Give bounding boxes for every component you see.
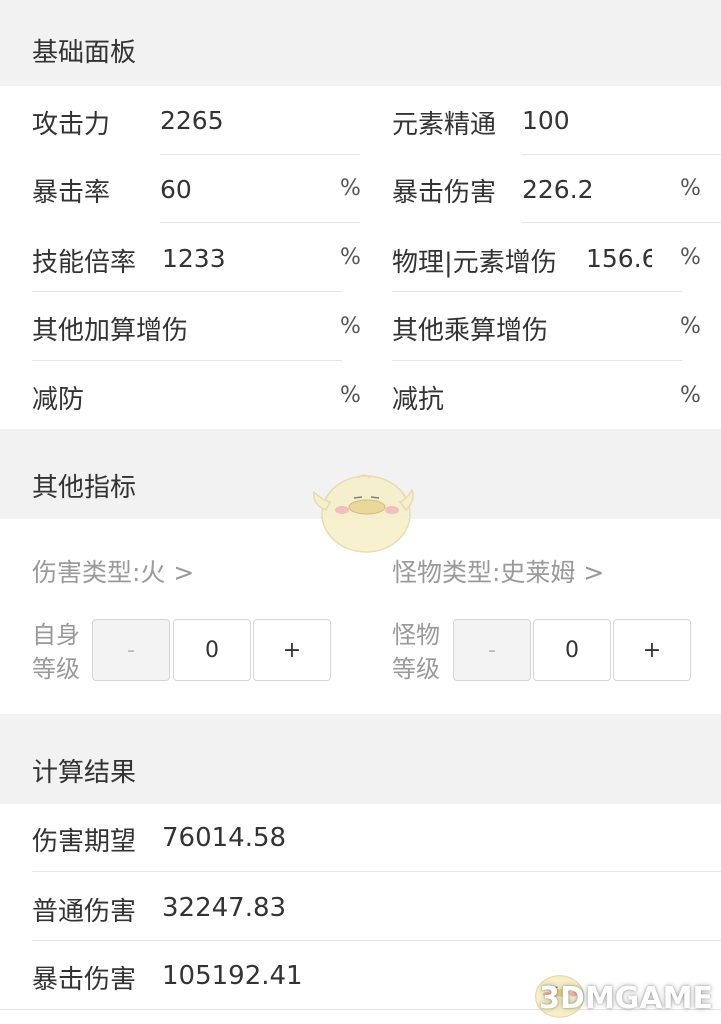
section-header-result: 计算结果 [0, 714, 721, 804]
divider [522, 154, 721, 155]
monster-type-selector[interactable]: 怪物类型:史莱姆 > [392, 553, 604, 589]
monster-level-decrement-button[interactable]: - [453, 619, 531, 681]
divider [392, 360, 682, 361]
field-label-other-multiplicative-bonus: 其他乘算增伤 [392, 316, 549, 346]
self-level-label-line1: 自身 [32, 621, 80, 649]
field-label-attack: 攻击力 [32, 110, 111, 140]
damage-type-selector[interactable]: 伤害类型:火 > [32, 553, 194, 589]
section-header-basic: 基础面板 [0, 0, 721, 86]
field-label-elemental-mastery: 元素精通 [392, 110, 497, 140]
field-unit-crit-rate: % [340, 176, 361, 201]
self-level-increment-button[interactable]: + [253, 619, 331, 681]
mascot-watermark-icon [313, 474, 414, 553]
divider [32, 871, 721, 872]
result-value-normal: 32247.83 [162, 893, 287, 923]
field-unit-other-multiplicative-bonus: % [680, 314, 701, 339]
monster-level-label-line2: 等级 [392, 655, 440, 683]
result-value-crit: 105192.41 [162, 961, 303, 991]
result-value-expected: 76014.58 [162, 823, 287, 853]
field-label-crit-damage: 暴击伤害 [392, 178, 497, 208]
site-watermark: 3DMGAME [539, 981, 713, 1016]
field-unit-crit-damage: % [680, 176, 701, 201]
field-value-elemental-mastery[interactable]: 100 [522, 106, 672, 135]
self-level-decrement-button[interactable]: - [92, 619, 170, 681]
field-label-other-additive-bonus: 其他加算增伤 [32, 316, 189, 346]
section-title-other: 其他指标 [32, 473, 137, 503]
result-label-normal: 普通伤害 [32, 897, 137, 927]
section-title-basic: 基础面板 [32, 38, 137, 68]
divider [32, 291, 342, 292]
divider [392, 291, 682, 292]
monster-level-input[interactable]: 0 [533, 619, 611, 681]
result-label-crit: 暴击伤害 [32, 965, 137, 995]
divider [160, 154, 360, 155]
field-label-crit-rate: 暴击率 [32, 178, 111, 208]
result-label-expected: 伤害期望 [32, 827, 137, 857]
field-label-dmg-bonus: 物理|元素增伤 [392, 248, 557, 278]
field-value-crit-damage[interactable]: 226.2 [522, 175, 672, 204]
field-label-def-reduction: 减防 [32, 385, 85, 415]
self-level-label-line2: 等级 [32, 655, 80, 683]
field-value-skill-multiplier[interactable]: 1233 [162, 244, 332, 273]
field-value-attack[interactable]: 2265 [160, 106, 330, 135]
divider [32, 940, 721, 941]
field-unit-dmg-bonus: % [680, 245, 701, 270]
monster-level-increment-button[interactable]: + [613, 619, 691, 681]
divider [160, 222, 360, 223]
divider [522, 222, 721, 223]
field-unit-def-reduction: % [340, 383, 361, 408]
monster-level-label: 怪物 等级 [392, 618, 452, 686]
divider [32, 360, 342, 361]
field-value-crit-rate[interactable]: 60 [160, 175, 330, 204]
field-unit-res-reduction: % [680, 383, 701, 408]
monster-level-label-line1: 怪物 [392, 621, 440, 649]
field-unit-skill-multiplier: % [340, 245, 361, 270]
section-title-result: 计算结果 [32, 758, 137, 788]
field-label-skill-multiplier: 技能倍率 [32, 248, 137, 278]
self-level-input[interactable]: 0 [173, 619, 251, 681]
field-label-res-reduction: 减抗 [392, 385, 445, 415]
field-unit-other-additive-bonus: % [340, 314, 361, 339]
self-level-label: 自身 等级 [32, 618, 92, 686]
field-value-dmg-bonus[interactable]: 156.6 [586, 244, 652, 273]
